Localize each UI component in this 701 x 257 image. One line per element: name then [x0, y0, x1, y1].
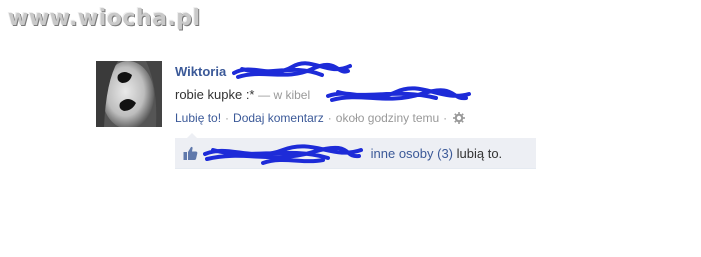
author-name[interactable]: Wiktoria: [175, 64, 226, 79]
likes-summary: inne osoby (3) lubią to.: [175, 133, 536, 169]
redaction-scribble: [326, 86, 471, 102]
separator-dot: ·: [443, 111, 448, 125]
status-text: robie kupke :*: [175, 87, 255, 102]
post-actions: Lubię to! · Dodaj komentarz · około godziny …: [175, 111, 466, 127]
likes-text: inne osoby (3) lubią to.: [203, 146, 503, 161]
redaction-scribble: [232, 61, 352, 79]
profile-picture[interactable]: [96, 61, 162, 127]
site-watermark: www.wiocha.pl: [8, 6, 201, 31]
others-like-link[interactable]: inne osoby (3): [371, 146, 453, 161]
comment-link[interactable]: Dodaj komentarz: [233, 111, 324, 125]
status-post: Wiktoria robie kupke :* — w kibel Lubię …: [96, 61, 536, 171]
separator-dot: ·: [225, 111, 230, 125]
status-line: robie kupke :* — w kibel: [175, 87, 310, 102]
post-timestamp[interactable]: około godziny temu: [336, 111, 439, 125]
gear-icon[interactable]: [453, 112, 466, 127]
like-link[interactable]: Lubię to!: [175, 111, 221, 125]
thumbs-up-icon: [183, 146, 198, 166]
likes-suffix: lubią to.: [456, 146, 503, 161]
separator-dot: ·: [327, 111, 332, 125]
location-tag[interactable]: — w kibel: [258, 88, 310, 102]
